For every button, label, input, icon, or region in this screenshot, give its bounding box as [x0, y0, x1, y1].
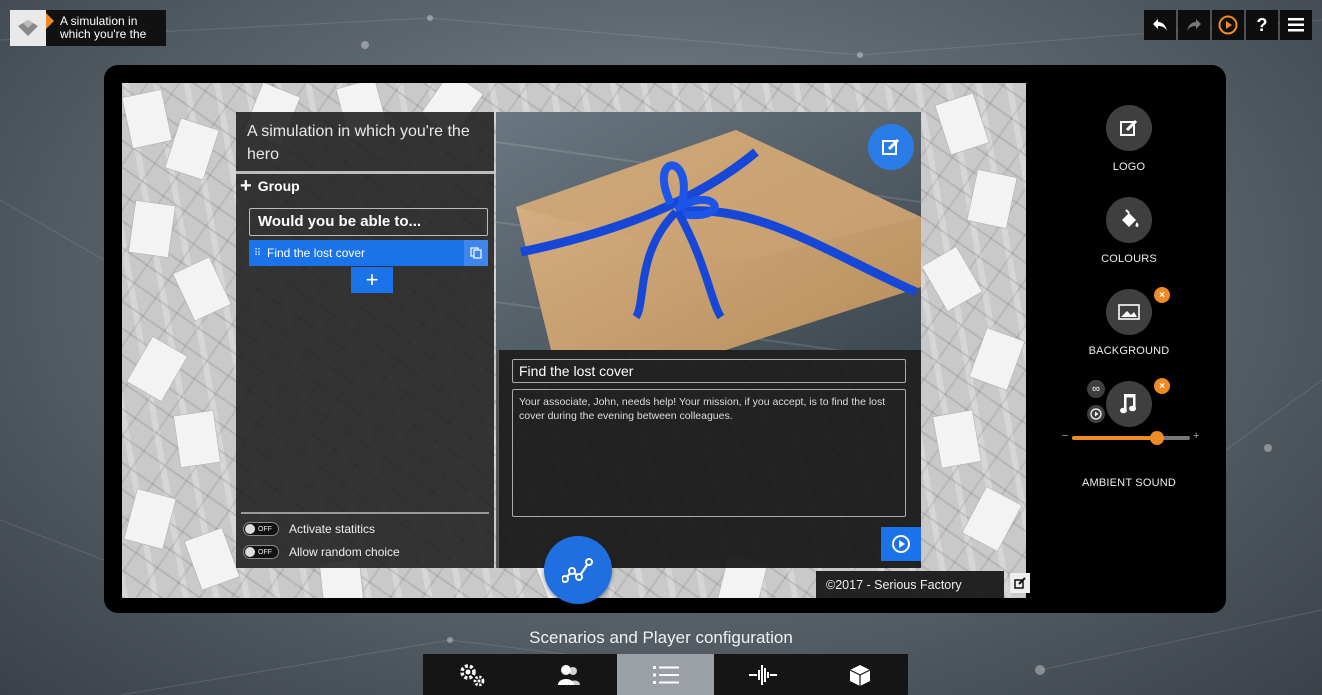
- play-sound-button[interactable]: [1087, 405, 1105, 423]
- play-scenario-button[interactable]: [881, 527, 921, 561]
- logo-button[interactable]: [1106, 105, 1152, 151]
- activate-statistics-label: Activate statitics: [289, 522, 376, 536]
- edit-image-button[interactable]: [868, 124, 914, 170]
- background-button[interactable]: [1106, 289, 1152, 335]
- edit-icon: [1120, 119, 1138, 136]
- colours-label: COLOURS: [1101, 253, 1157, 265]
- sound-wave-icon: [748, 664, 777, 685]
- title-divider: [236, 171, 494, 174]
- copyright-text: ©2017 - Serious Factory: [816, 571, 1004, 598]
- list-icon: [652, 665, 679, 684]
- options-divider: [241, 512, 489, 514]
- help-label: ?: [1256, 14, 1268, 35]
- volume-plus-label: +: [1193, 430, 1200, 442]
- copy-icon: [470, 247, 482, 259]
- volume-minus-label: −: [1062, 430, 1069, 442]
- colours-button[interactable]: [1106, 197, 1152, 243]
- logo-setting: LOGO: [1059, 105, 1199, 173]
- scenario-graph-button[interactable]: [544, 536, 612, 604]
- window-title: A simulation in which you're the: [60, 14, 147, 41]
- play-circle-icon: [892, 535, 910, 553]
- scenario-list-panel: A simulation in which you're the hero + …: [236, 112, 494, 568]
- bottom-navigation: [423, 654, 908, 695]
- group-title-field[interactable]: Would you be able to...: [249, 208, 488, 236]
- ambient-sound-label: AMBIENT SOUND: [1081, 477, 1177, 489]
- scenario-item-label: Find the lost cover: [267, 246, 366, 260]
- background-label: BACKGROUND: [1088, 345, 1170, 357]
- play-circle-icon: [1218, 15, 1238, 35]
- drag-handle-icon[interactable]: ⠿: [249, 248, 267, 259]
- tab-settings[interactable]: [423, 654, 520, 695]
- group-button-label: Group: [257, 178, 300, 194]
- scenario-title-field[interactable]: Find the lost cover: [512, 359, 906, 383]
- volume-slider-handle[interactable]: [1149, 431, 1164, 445]
- window-title-bar: A simulation in which you're the: [10, 10, 166, 46]
- tab-3d-objects[interactable]: [811, 654, 908, 695]
- edit-icon: [882, 138, 900, 155]
- activate-statistics-option: OFF Activate statitics: [243, 522, 375, 536]
- redo-button[interactable]: [1178, 10, 1210, 40]
- plus-icon: +: [240, 175, 252, 197]
- volume-slider[interactable]: [1072, 431, 1190, 445]
- scenario-image: [496, 112, 921, 350]
- scenario-list-item[interactable]: ⠿ Find the lost cover: [249, 240, 488, 266]
- edit-icon: [1014, 577, 1026, 589]
- play-circle-icon: [1090, 408, 1102, 420]
- ambient-sound-setting: AMBIENT SOUND: [1059, 381, 1199, 489]
- scenario-description-field[interactable]: Your associate, John, needs help! Your m…: [512, 389, 906, 517]
- redo-arrow-icon: [1187, 19, 1201, 31]
- add-scenario-button[interactable]: +: [351, 267, 393, 293]
- remove-background-button[interactable]: ×: [1154, 287, 1170, 303]
- section-title: Scenarios and Player configuration: [529, 628, 793, 647]
- menu-button[interactable]: [1280, 10, 1312, 40]
- scenario-detail-panel: Find the lost cover Your associate, John…: [496, 112, 921, 568]
- characters-icon: [557, 664, 580, 685]
- duplicate-scenario-button[interactable]: [464, 240, 488, 266]
- help-button[interactable]: ?: [1246, 10, 1278, 40]
- simulation-title[interactable]: A simulation in which you're the hero: [247, 120, 487, 166]
- ambient-sound-button[interactable]: [1106, 381, 1152, 427]
- volume-slider-fill: [1072, 436, 1157, 440]
- app-logo-icon[interactable]: [10, 10, 46, 46]
- title-arrow-icon: [46, 13, 54, 29]
- graph-nodes-icon: [562, 558, 593, 583]
- undo-arrow-icon: [1153, 19, 1167, 31]
- edit-copyright-button[interactable]: [1010, 573, 1030, 593]
- undo-button[interactable]: [1144, 10, 1176, 40]
- add-group-button[interactable]: + Group: [240, 175, 300, 197]
- logo-label: LOGO: [1112, 161, 1146, 173]
- simulation-title-chip: A simulation in which you're the: [46, 10, 166, 46]
- remove-sound-button[interactable]: ×: [1154, 378, 1170, 394]
- random-choice-label: Allow random choice: [289, 545, 400, 559]
- tab-scenarios[interactable]: [617, 654, 714, 695]
- gears-icon: [459, 663, 484, 686]
- tab-characters[interactable]: [520, 654, 617, 695]
- cube-icon: [849, 664, 870, 686]
- tab-sound[interactable]: [714, 654, 811, 695]
- colours-setting: COLOURS: [1059, 197, 1199, 265]
- music-note-icon: [1120, 394, 1136, 414]
- activate-statistics-toggle[interactable]: OFF: [243, 522, 279, 536]
- top-toolbar: ?: [1144, 10, 1312, 40]
- paint-bucket-icon: [1122, 209, 1139, 227]
- random-choice-option: OFF Allow random choice: [243, 545, 400, 559]
- image-icon: [1118, 304, 1140, 320]
- random-choice-toggle[interactable]: OFF: [243, 545, 279, 559]
- loop-toggle-button[interactable]: ∞: [1087, 380, 1105, 398]
- background-setting: BACKGROUND: [1059, 289, 1199, 357]
- preview-button[interactable]: [1212, 10, 1244, 40]
- hamburger-menu-icon: [1288, 18, 1304, 32]
